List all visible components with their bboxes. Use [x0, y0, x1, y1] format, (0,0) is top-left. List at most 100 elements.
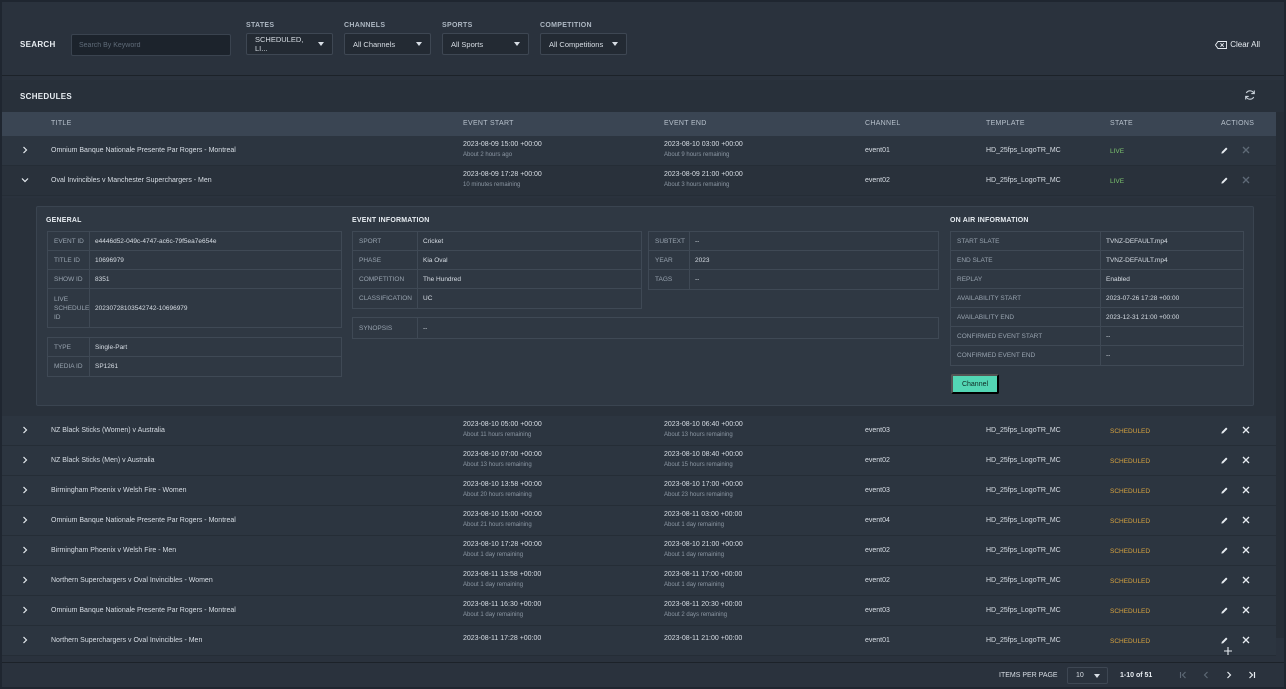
items-per-page-value: 10 [1076, 672, 1084, 679]
edit-icon[interactable] [1220, 456, 1229, 465]
chevron-right-icon[interactable] [20, 575, 30, 585]
detail-row: PHASE Kia Oval [353, 251, 641, 270]
chevron-down-icon [1094, 674, 1100, 678]
table-row[interactable]: Birmingham Phoenix v Welsh Fire - Women 2… [2, 476, 1276, 506]
detail-value: The Hundred [423, 275, 461, 283]
close-icon[interactable] [1242, 146, 1250, 154]
close-icon[interactable] [1242, 456, 1250, 464]
on-air-title: ON AIR INFORMATION [950, 217, 1029, 224]
chevron-right-icon[interactable] [20, 485, 30, 495]
edit-icon[interactable] [1220, 606, 1229, 615]
chevron-right-icon[interactable] [20, 635, 30, 645]
chevron-right-icon[interactable] [20, 605, 30, 615]
table-row[interactable]: NZ Black Sticks (Men) v Australia 2023-08… [2, 446, 1276, 476]
row-event-start: 2023-08-10 17:28 +00:00 [463, 541, 542, 548]
clear-all-button[interactable]: Clear All [1215, 40, 1260, 49]
col-template: TEMPLATE [986, 120, 1025, 127]
detail-key: REPLAY [951, 270, 1101, 288]
table-row[interactable]: Omnium Banque Nationale Presente Par Rog… [2, 136, 1276, 166]
row-event-start: 2023-08-11 13:58 +00:00 [463, 571, 542, 578]
items-per-page-select[interactable]: 10 [1067, 667, 1108, 684]
scrollbar[interactable] [1276, 112, 1284, 638]
detail-key: CONFIRMED EVENT START [951, 327, 1101, 345]
detail-row: END SLATE TVNZ-DEFAULT.mp4 [951, 251, 1243, 270]
detail-value: 10696979 [95, 256, 124, 264]
edit-icon[interactable] [1220, 546, 1229, 555]
chevron-down-icon [514, 42, 520, 46]
table-row[interactable]: Birmingham Phoenix v Welsh Fire - Men 202… [2, 536, 1276, 566]
row-event-end-relative: About 3 hours remaining [664, 182, 730, 188]
row-event-end-relative: About 1 day remaining [664, 552, 725, 558]
channel-button[interactable]: Channel [951, 374, 999, 394]
states-select[interactable]: SCHEDULED, LI... [246, 33, 333, 55]
close-icon[interactable] [1242, 636, 1250, 644]
search-label: SEARCH [20, 40, 56, 49]
detail-value: -- [695, 276, 700, 283]
edit-icon[interactable] [1220, 486, 1229, 495]
detail-value: Kia Oval [423, 256, 448, 264]
row-template: HD_25fps_LogoTR_MC [986, 577, 1061, 584]
detail-row: MEDIA ID SP1261 [48, 357, 341, 376]
col-channel: CHANNEL [865, 120, 901, 127]
close-icon[interactable] [1242, 546, 1250, 554]
chevron-right-icon[interactable] [20, 545, 30, 555]
detail-row: CLASSIFICATION UC [353, 289, 641, 308]
sports-select[interactable]: All Sports [442, 33, 529, 55]
detail-row: AVAILABILITY END 2023-12-31 21:00 +00:00 [951, 308, 1243, 327]
detail-row: START SLATE TVNZ-DEFAULT.mp4 [951, 232, 1243, 251]
competition-select[interactable]: All Competitions [540, 33, 627, 55]
close-icon[interactable] [1242, 516, 1250, 524]
row-event-end: 2023-08-11 20:30 +00:00 [664, 601, 743, 608]
chevron-right-icon[interactable] [20, 425, 30, 435]
edit-icon[interactable] [1220, 426, 1229, 435]
table-row[interactable]: Northern Superchargers v Oval Invincible… [2, 626, 1276, 656]
detail-row: CONFIRMED EVENT START -- [951, 327, 1243, 346]
detail-row: YEAR 2023 [649, 251, 938, 270]
close-icon[interactable] [1242, 486, 1250, 494]
prev-page-icon[interactable] [1201, 670, 1211, 680]
refresh-icon[interactable] [1244, 89, 1256, 101]
table-row[interactable]: NZ Black Sticks (Women) v Australia 2023-… [2, 416, 1276, 446]
chevron-down-icon[interactable] [20, 175, 30, 185]
close-icon[interactable] [1242, 606, 1250, 614]
row-title: Northern Superchargers v Oval Invincible… [51, 577, 213, 584]
edit-icon[interactable] [1220, 516, 1229, 525]
row-event-end: 2023-08-11 03:00 +00:00 [664, 511, 743, 518]
synopsis-table: SYNOPSIS -- [352, 317, 939, 339]
close-icon[interactable] [1242, 426, 1250, 434]
close-icon[interactable] [1242, 176, 1250, 184]
row-channel: event02 [865, 547, 890, 554]
row-event-start: 2023-08-10 15:00 +00:00 [463, 511, 542, 518]
first-page-icon[interactable] [1178, 670, 1188, 680]
row-title: NZ Black Sticks (Women) v Australia [51, 427, 165, 434]
add-icon[interactable] [1223, 646, 1233, 656]
table-row[interactable]: Northern Superchargers v Oval Invincible… [2, 566, 1276, 596]
filter-bar: SEARCH STATES SCHEDULED, LI... CHANNELS … [2, 2, 1284, 76]
edit-icon[interactable] [1220, 636, 1229, 645]
edit-icon[interactable] [1220, 576, 1229, 585]
next-page-icon[interactable] [1224, 670, 1234, 680]
col-event-end: EVENT END [664, 120, 707, 127]
table-row[interactable]: Omnium Banque Nationale Presente Par Rog… [2, 596, 1276, 626]
detail-key: SYNOPSIS [353, 318, 418, 338]
chevron-right-icon[interactable] [20, 145, 30, 155]
last-page-icon[interactable] [1247, 670, 1257, 680]
detail-card: GENERAL EVENT INFORMATION ON AIR INFORMA… [36, 206, 1254, 406]
detail-value: UC [423, 295, 433, 302]
table-row[interactable]: Omnium Banque Nationale Presente Par Rog… [2, 506, 1276, 536]
clear-icon [1215, 40, 1228, 49]
chevron-right-icon[interactable] [20, 515, 30, 525]
row-channel: event01 [865, 637, 890, 644]
channels-select[interactable]: All Channels [344, 33, 431, 55]
close-icon[interactable] [1242, 576, 1250, 584]
row-event-start-relative: About 2 hours ago [463, 152, 513, 158]
edit-icon[interactable] [1220, 176, 1229, 185]
search-input[interactable] [71, 34, 231, 56]
row-channel: event03 [865, 427, 890, 434]
detail-key: CLASSIFICATION [353, 289, 418, 308]
table-row[interactable]: Oval Invincibles v Manchester Supercharg… [2, 166, 1276, 196]
schedules-title: SCHEDULES [20, 92, 73, 101]
row-template: HD_25fps_LogoTR_MC [986, 147, 1061, 154]
edit-icon[interactable] [1220, 146, 1229, 155]
chevron-right-icon[interactable] [20, 455, 30, 465]
